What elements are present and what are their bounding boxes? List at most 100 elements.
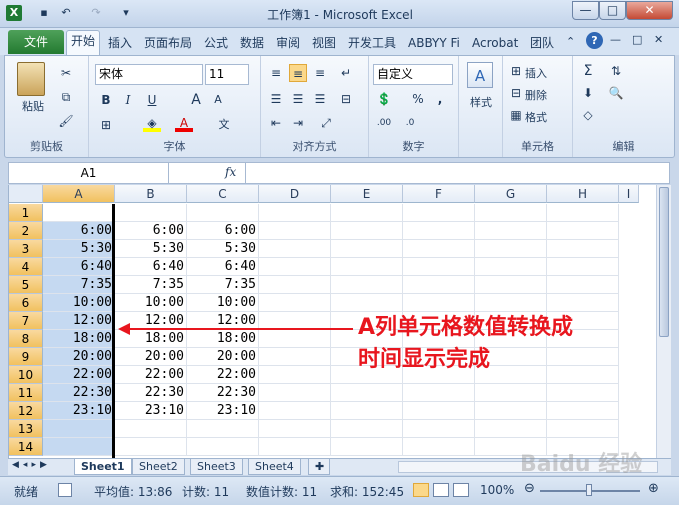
cell-f2[interactable] [403, 222, 475, 240]
cell-a1[interactable] [43, 204, 115, 222]
cell-a3[interactable]: 5:30 [43, 240, 115, 258]
cell-c13[interactable] [187, 420, 259, 438]
cell-d5[interactable] [259, 276, 331, 294]
cell-c4[interactable]: 6:40 [187, 258, 259, 276]
doc-close-icon[interactable]: ✕ [654, 33, 663, 46]
cell-g12[interactable] [475, 402, 547, 420]
format-cells-button[interactable]: 格式 [525, 109, 547, 125]
format-cells-icon[interactable]: ▦ [507, 106, 525, 124]
tab-view[interactable]: 视图 [308, 33, 340, 55]
tab-formulas[interactable]: 公式 [200, 33, 232, 55]
cell-f13[interactable] [403, 420, 475, 438]
column-header-a[interactable]: A [43, 185, 115, 203]
align-middle-icon[interactable]: ≡ [289, 64, 307, 82]
doc-minimize-icon[interactable]: — [610, 33, 621, 46]
cell-d10[interactable] [259, 366, 331, 384]
zoom-slider-thumb[interactable] [586, 484, 592, 496]
cell-b11[interactable]: 22:30 [115, 384, 187, 402]
tab-team[interactable]: 团队 [526, 33, 558, 55]
increase-decimal-icon[interactable]: .00 [375, 114, 393, 132]
cell-d11[interactable] [259, 384, 331, 402]
cell-h5[interactable] [547, 276, 619, 294]
cell-f1[interactable] [403, 204, 475, 222]
cell-a7[interactable]: 12:00 [43, 312, 115, 330]
help-icon[interactable]: ? [586, 32, 603, 49]
cell-b9[interactable]: 20:00 [115, 348, 187, 366]
wrap-text-icon[interactable]: ↵ [337, 64, 355, 82]
tab-abbyy[interactable]: ABBYY Fi [404, 33, 464, 55]
cell-b13[interactable] [115, 420, 187, 438]
italic-icon[interactable]: I [119, 91, 137, 109]
name-box[interactable]: A1 [9, 163, 169, 183]
cell-a5[interactable]: 7:35 [43, 276, 115, 294]
bold-icon[interactable]: B [97, 91, 115, 109]
comma-style-icon[interactable]: , [431, 90, 449, 108]
cell-e11[interactable] [331, 384, 403, 402]
cell-d2[interactable] [259, 222, 331, 240]
cell-e12[interactable] [331, 402, 403, 420]
cell-g1[interactable] [475, 204, 547, 222]
cell-f11[interactable] [403, 384, 475, 402]
page-break-view-icon[interactable] [453, 483, 469, 497]
cell-a11[interactable]: 22:30 [43, 384, 115, 402]
cell-g2[interactable] [475, 222, 547, 240]
decrease-indent-icon[interactable]: ⇤ [267, 114, 285, 132]
font-name-combo[interactable]: 宋体 [95, 64, 203, 85]
cell-e14[interactable] [331, 438, 403, 456]
cell-b12[interactable]: 23:10 [115, 402, 187, 420]
cell-a4[interactable]: 6:40 [43, 258, 115, 276]
sort-filter-icon[interactable]: ⇅ [607, 62, 625, 80]
cell-g6[interactable] [475, 294, 547, 312]
find-select-icon[interactable]: 🔍 [607, 84, 625, 102]
cell-b14[interactable] [115, 438, 187, 456]
align-bottom-icon[interactable]: ≡ [311, 64, 329, 82]
row-header-2[interactable]: 2 [9, 222, 43, 240]
collapse-ribbon-icon[interactable]: ⌃ [566, 35, 575, 48]
cell-h3[interactable] [547, 240, 619, 258]
cell-f12[interactable] [403, 402, 475, 420]
cell-g3[interactable] [475, 240, 547, 258]
row-header-6[interactable]: 6 [9, 294, 43, 312]
zoom-in-icon[interactable]: ⊕ [648, 481, 659, 496]
cell-b6[interactable]: 10:00 [115, 294, 187, 312]
tab-page-layout[interactable]: 页面布局 [140, 33, 196, 55]
cell-c3[interactable]: 5:30 [187, 240, 259, 258]
phonetic-icon[interactable]: 文 [215, 116, 233, 134]
cell-b10[interactable]: 22:00 [115, 366, 187, 384]
styles-icon[interactable]: A [467, 62, 493, 88]
cell-d12[interactable] [259, 402, 331, 420]
cell-c6[interactable]: 10:00 [187, 294, 259, 312]
grow-font-icon[interactable]: A [187, 91, 205, 109]
cell-h6[interactable] [547, 294, 619, 312]
cell-c5[interactable]: 7:35 [187, 276, 259, 294]
insert-sheet-icon[interactable]: ✚ [308, 459, 330, 475]
align-center-icon[interactable]: ☰ [289, 90, 307, 108]
merge-center-icon[interactable]: ⊟ [337, 90, 355, 108]
column-header-h[interactable]: H [547, 185, 619, 203]
tab-review[interactable]: 审阅 [272, 33, 304, 55]
formula-input[interactable] [245, 163, 665, 183]
font-color-icon[interactable]: A [175, 114, 193, 132]
row-header-1[interactable]: 1 [9, 204, 43, 222]
close-button[interactable]: ✕ [626, 1, 673, 20]
row-header-4[interactable]: 4 [9, 258, 43, 276]
delete-cells-icon[interactable]: ⊟ [507, 84, 525, 102]
cell-c11[interactable]: 22:30 [187, 384, 259, 402]
cell-b4[interactable]: 6:40 [115, 258, 187, 276]
cut-icon[interactable]: ✂ [57, 64, 75, 82]
number-format-combo[interactable]: 自定义 [373, 64, 453, 85]
cell-h11[interactable] [547, 384, 619, 402]
row-header-11[interactable]: 11 [9, 384, 43, 402]
customize-toolbar-icon[interactable]: ▾ [118, 5, 134, 21]
undo-icon[interactable]: ↶ [58, 5, 74, 21]
row-header-13[interactable]: 13 [9, 420, 43, 438]
save-icon[interactable]: ▪ [36, 5, 52, 21]
shrink-font-icon[interactable]: A [209, 91, 227, 109]
column-header-c[interactable]: C [187, 185, 259, 203]
cell-a8[interactable]: 18:00 [43, 330, 115, 348]
cell-e1[interactable] [331, 204, 403, 222]
format-painter-icon[interactable]: 🖌 [57, 112, 75, 130]
cell-a12[interactable]: 23:10 [43, 402, 115, 420]
cell-d9[interactable] [259, 348, 331, 366]
decrease-decimal-icon[interactable]: .0 [401, 114, 419, 132]
